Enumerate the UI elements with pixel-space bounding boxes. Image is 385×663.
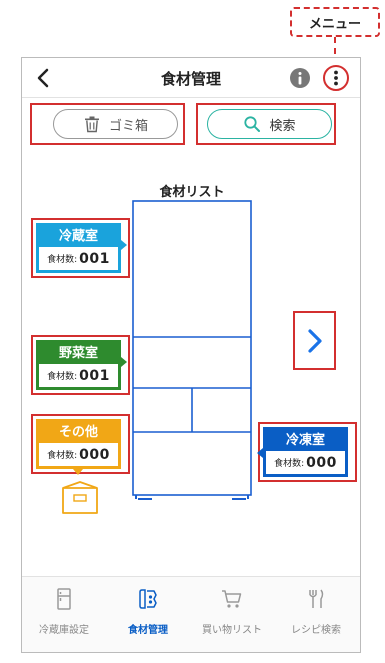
- freezer-count: 食材数: 000: [266, 451, 345, 474]
- refrigerator-pointer: [121, 240, 127, 250]
- page-title: 食材管理: [160, 70, 221, 88]
- trash-label: ゴミ箱: [108, 118, 148, 134]
- nav-label: 食材管理: [128, 625, 168, 636]
- count-value: 001: [79, 367, 110, 384]
- count-value: 000: [79, 446, 110, 463]
- refrigerator-label: 冷蔵室: [58, 228, 98, 244]
- back-icon[interactable]: [32, 66, 56, 90]
- nav-label: レシピ検索: [291, 625, 341, 636]
- info-icon[interactable]: [289, 67, 311, 89]
- refrigerator-count: 食材数: 001: [39, 247, 118, 270]
- search-button[interactable]: 検索: [207, 109, 332, 139]
- count-value: 000: [306, 454, 337, 471]
- search-label: 検索: [269, 118, 296, 134]
- menu-callout: メニュー: [290, 7, 380, 37]
- count-label: 食材数:: [47, 255, 78, 265]
- other-count: 食材数: 000: [39, 443, 118, 466]
- freezer-label: 冷凍室: [285, 432, 325, 448]
- nav-item-recipe-search[interactable]: レシピ検索: [274, 577, 358, 652]
- search-icon: [244, 116, 261, 132]
- nav-item-fridge-settings[interactable]: 冷蔵庫設定: [22, 577, 106, 652]
- trash-button[interactable]: ゴミ箱: [53, 109, 178, 139]
- phone-screen: 食材管理 ゴミ箱 検索 食材リスト 冷蔵室 食材数: 001 野菜室 食材数: …: [21, 57, 361, 653]
- box-icon: [62, 481, 98, 514]
- nav-item-ingredients[interactable]: 食材管理: [106, 577, 190, 652]
- count-label: 食材数:: [47, 451, 78, 461]
- nav-item-shopping-list[interactable]: 買い物リスト: [190, 577, 274, 652]
- count-value: 001: [79, 250, 110, 267]
- ingredients-icon: [139, 589, 157, 609]
- other-pointer: [73, 469, 83, 475]
- chevron-right-icon[interactable]: [301, 325, 329, 357]
- vegetable-label: 野菜室: [58, 345, 98, 361]
- fridge-illustration: [132, 200, 252, 500]
- more-options-icon[interactable]: [326, 68, 346, 88]
- bottom-nav: 冷蔵庫設定 食材管理 買い物リスト レシピ検索: [22, 576, 360, 652]
- nav-label: 買い物リスト: [202, 625, 262, 636]
- trash-icon: [84, 116, 99, 133]
- cutlery-icon: [309, 589, 324, 608]
- count-label: 食材数:: [274, 459, 305, 469]
- other-label: その他: [58, 424, 98, 440]
- app-header: 食材管理: [22, 58, 360, 98]
- vegetable-pointer: [121, 357, 127, 367]
- count-label: 食材数:: [47, 372, 78, 382]
- freezer-pointer: [257, 448, 263, 458]
- fridge-icon: [57, 588, 71, 610]
- vegetable-count: 食材数: 001: [39, 364, 118, 387]
- nav-label: 冷蔵庫設定: [39, 625, 89, 636]
- cart-icon: [222, 590, 242, 608]
